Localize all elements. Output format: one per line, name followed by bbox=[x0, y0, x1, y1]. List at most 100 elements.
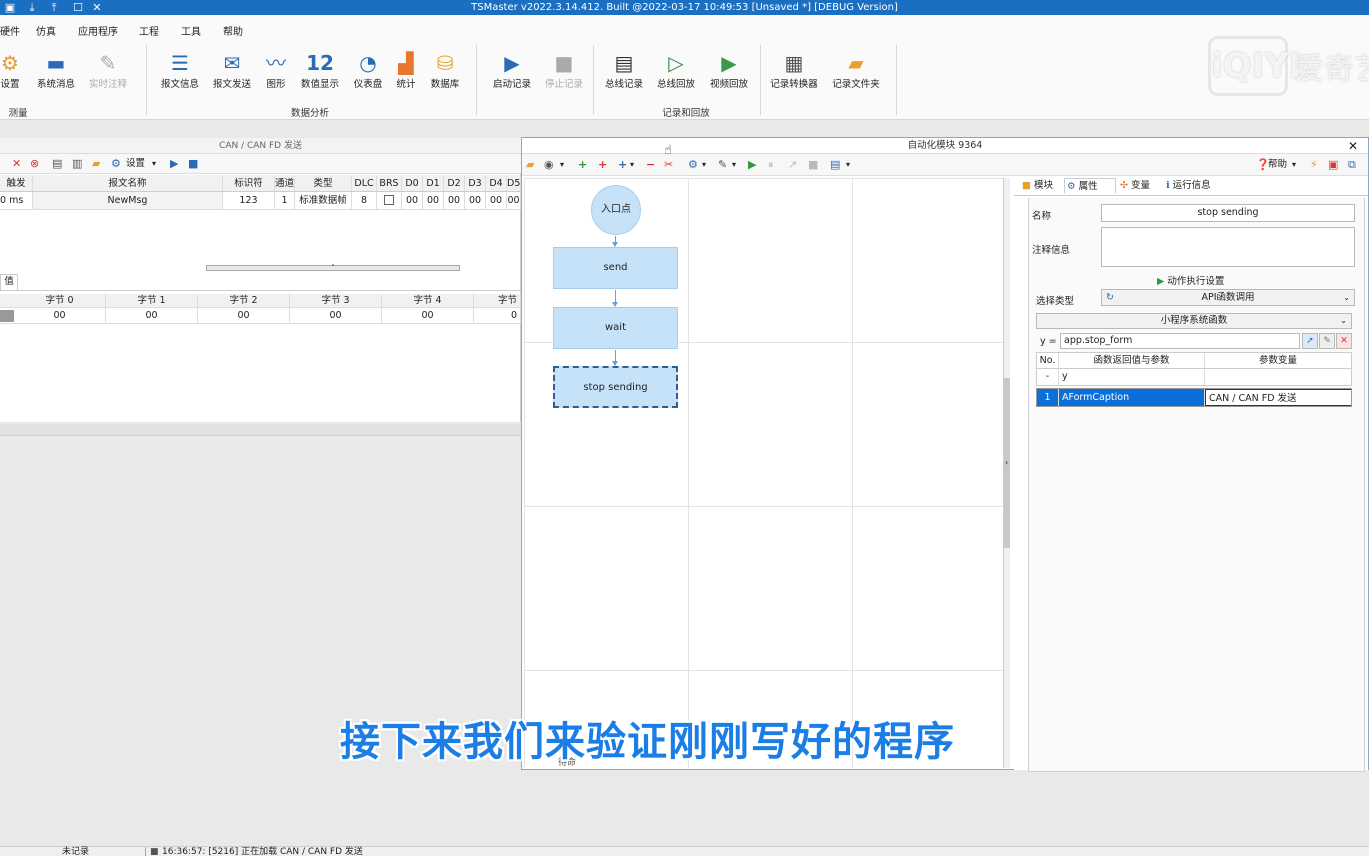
numeric-display-button[interactable]: 12 数值显示 bbox=[296, 47, 344, 91]
record-folder-button[interactable]: ▰ 记录文件夹 bbox=[832, 47, 880, 91]
view-icon[interactable]: ◉ bbox=[544, 157, 554, 172]
chevron-down-icon[interactable]: ▾ bbox=[560, 157, 564, 172]
edit-icon[interactable]: ✎ bbox=[718, 157, 727, 172]
table-row[interactable]: 0 ms NewMsg 123 1 标准数据帧 8 00 00 00 00 00… bbox=[0, 192, 521, 210]
bus-record-button[interactable]: ▤ 总线记录 bbox=[600, 47, 648, 91]
add-red-icon[interactable]: + bbox=[598, 157, 607, 172]
name-field[interactable]: stop sending bbox=[1101, 204, 1355, 222]
popout-icon[interactable]: ⧉ bbox=[1348, 157, 1356, 172]
play-icon[interactable]: ▶ bbox=[170, 157, 178, 171]
numeric-icon: 12 bbox=[306, 51, 334, 75]
step-icon[interactable]: ↗ bbox=[788, 157, 797, 172]
comment-label: 注释信息 bbox=[1032, 245, 1071, 256]
identifier-cell: 123 bbox=[223, 192, 275, 209]
flow-node-wait[interactable]: wait bbox=[553, 307, 678, 349]
export-icon[interactable]: ▤ bbox=[830, 157, 840, 172]
run-icon[interactable]: ▶ bbox=[748, 157, 756, 172]
action-settings-header[interactable]: ▶ 动作执行设置 bbox=[1157, 273, 1224, 287]
chevron-down-icon[interactable]: ▾ bbox=[630, 157, 634, 172]
line-chart-icon: 〰 bbox=[266, 51, 286, 75]
settings-button[interactable]: ⚙ 设置 bbox=[0, 47, 34, 91]
folder-icon[interactable]: ▰ bbox=[526, 157, 534, 172]
properties-panel: ■ 模块 ⚙ 属性 ✣ 变量 ℹ 运行信息 名称 stop sending 注释… bbox=[1014, 176, 1368, 772]
table-row[interactable]: 00 00 00 00 00 0 bbox=[0, 308, 521, 324]
ribbon-separator bbox=[146, 45, 147, 115]
flow-node-send[interactable]: send bbox=[553, 247, 678, 289]
menu-project[interactable]: 工程 bbox=[139, 23, 159, 38]
video-replay-button[interactable]: ▶ 视频回放 bbox=[705, 47, 753, 91]
lightning-icon[interactable]: ⚡ bbox=[1310, 157, 1318, 172]
expression-field[interactable]: app.stop_form bbox=[1060, 333, 1300, 349]
help-menu[interactable]: 帮助 bbox=[1268, 157, 1287, 172]
flow-connector bbox=[612, 290, 618, 307]
flow-node-entry[interactable]: 入口点 bbox=[591, 185, 641, 235]
row-number: 1 bbox=[1037, 389, 1059, 406]
table-row[interactable]: 1 AFormCaption CAN / CAN FD 发送 bbox=[1036, 388, 1352, 407]
menu-applications[interactable]: 应用程序 bbox=[78, 23, 118, 38]
button-label: 记录转换器 bbox=[770, 79, 818, 90]
cut-icon[interactable]: ✂ bbox=[664, 157, 673, 172]
folder-icon[interactable]: ▰ bbox=[92, 157, 100, 171]
function-group-value: 小程序系统函数 bbox=[1160, 315, 1228, 326]
close-icon[interactable]: ✕ bbox=[1348, 139, 1358, 153]
gear-icon[interactable]: ⚙ bbox=[111, 157, 121, 171]
record-converter-button[interactable]: ▦ 记录转换器 bbox=[770, 47, 818, 91]
flow-node-stop-sending[interactable]: stop sending bbox=[553, 366, 678, 408]
copy-icon[interactable]: ▤ bbox=[52, 157, 62, 171]
comment-field[interactable] bbox=[1101, 227, 1355, 267]
database-button[interactable]: ⛁ 数据库 bbox=[421, 47, 469, 91]
tab-module[interactable]: ■ 模块 bbox=[1020, 178, 1064, 194]
chevron-down-icon[interactable]: ▾ bbox=[1292, 157, 1296, 172]
pick-icon[interactable]: ➚ bbox=[1302, 333, 1318, 349]
paste-icon[interactable]: ▥ bbox=[72, 157, 82, 171]
tab-value[interactable]: 值 bbox=[0, 274, 18, 290]
select-type-dropdown[interactable]: ↻ API函数调用 ⌄ bbox=[1101, 289, 1355, 306]
tab-runtime-info[interactable]: ℹ 运行信息 bbox=[1164, 178, 1230, 194]
settings-dropdown[interactable]: 设置 bbox=[126, 157, 145, 171]
message-info-button[interactable]: ☰ 报文信息 bbox=[156, 47, 204, 91]
var-cell[interactable]: CAN / CAN FD 发送 bbox=[1205, 389, 1351, 406]
menu-help[interactable]: 帮助 bbox=[223, 23, 243, 38]
delete-icon[interactable]: ✕ bbox=[12, 157, 21, 171]
menu-tools[interactable]: 工具 bbox=[181, 23, 201, 38]
pause-icon[interactable]: ⏸ bbox=[768, 157, 774, 172]
system-messages-button[interactable]: ▬ 系统消息 bbox=[32, 47, 80, 91]
stop-recording-button[interactable]: ■ 停止记录 bbox=[540, 47, 588, 91]
tab-variables[interactable]: ✣ 变量 bbox=[1118, 178, 1164, 194]
window-close-icon[interactable]: ▣ bbox=[1328, 157, 1338, 172]
chevron-down-icon[interactable]: ▾ bbox=[732, 157, 736, 172]
title-bar: ▣ ⤓ ⤒ ☐ ✕ TSMaster v2022.3.14.412. Built… bbox=[0, 0, 1369, 15]
splitter-handle[interactable]: ˅ bbox=[206, 265, 460, 272]
brs-checkbox[interactable] bbox=[377, 192, 402, 209]
row-selector[interactable] bbox=[0, 310, 14, 322]
edit-icon[interactable]: ✎ bbox=[1319, 333, 1335, 349]
gear-icon[interactable]: ⚙ bbox=[688, 157, 698, 172]
flow-connector bbox=[612, 236, 618, 247]
start-recording-button[interactable]: ▶ 启动记录 bbox=[488, 47, 536, 91]
menu-simulation[interactable]: 仿真 bbox=[36, 23, 56, 38]
add-blue-icon[interactable]: + bbox=[618, 157, 627, 172]
chevron-down-icon[interactable]: ▾ bbox=[702, 157, 706, 172]
collapse-arrow-icon[interactable]: › bbox=[1005, 458, 1008, 467]
clear-icon[interactable]: ✕ bbox=[1336, 333, 1352, 349]
column-header: 字节 1 bbox=[106, 294, 198, 307]
api-icon: ↻ bbox=[1106, 292, 1114, 303]
cancel-icon[interactable]: ⊗ bbox=[30, 157, 39, 171]
add-icon[interactable]: + bbox=[578, 157, 587, 172]
tab-properties[interactable]: ⚙ 属性 bbox=[1064, 178, 1116, 194]
stop-icon[interactable]: ■ bbox=[808, 157, 818, 172]
chevron-down-icon[interactable]: ▾ bbox=[152, 157, 156, 171]
graphics-button[interactable]: 〰图形 bbox=[252, 47, 300, 91]
bus-replay-button[interactable]: ▷ 总线回放 bbox=[652, 47, 700, 91]
table-row[interactable]: - y bbox=[1036, 369, 1352, 386]
function-group-dropdown[interactable]: 小程序系统函数 ⌄ bbox=[1036, 313, 1352, 329]
flow-canvas[interactable]: 入口点 send wait stop sending bbox=[524, 178, 1004, 768]
remove-icon[interactable]: − bbox=[646, 157, 655, 172]
menu-hardware[interactable]: 硬件 bbox=[0, 23, 20, 38]
chevron-down-icon[interactable]: ▾ bbox=[846, 157, 850, 172]
canvas-scrollbar[interactable] bbox=[1004, 178, 1010, 768]
stop-icon[interactable]: ■ bbox=[188, 157, 198, 171]
byte-value-cell: 0 bbox=[474, 308, 521, 323]
realtime-comment-button[interactable]: ✎ 实时注释 bbox=[84, 47, 132, 91]
message-send-button[interactable]: ✉ 报文发送 bbox=[208, 47, 256, 91]
